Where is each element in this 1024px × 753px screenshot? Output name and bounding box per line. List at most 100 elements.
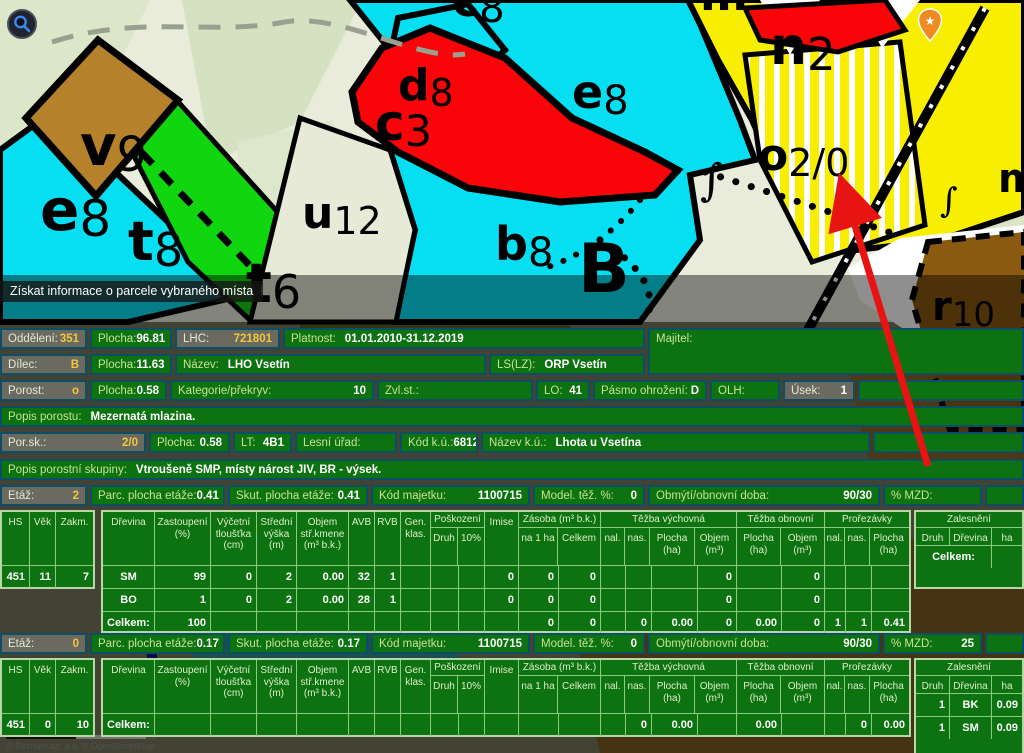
location-pin-icon[interactable]: ★ [916, 8, 944, 44]
column-header: Věk [30, 660, 56, 713]
table-cell: 0 [698, 589, 737, 611]
column-group: PoškozeníDruh10% [431, 660, 485, 713]
table-cell [601, 612, 626, 634]
table-cell [401, 589, 431, 611]
table-cell: 1 [916, 717, 950, 739]
table-cell: 0.00 [652, 714, 698, 736]
table-cell: 32 [349, 566, 375, 588]
column-header: Plocha (ha) [650, 528, 695, 565]
table-cell: 0 [519, 566, 559, 588]
table-block: ZalesněníDruhDřevinaha1BK0.091SM0.09 [914, 658, 1024, 753]
column-header: nal. [601, 676, 625, 713]
column-group: Zásoba (m³ b.k.)na 1 haCelkem [519, 660, 601, 713]
table-cell: 2 [257, 589, 297, 611]
column-header: Objem stř.kmene (m³ b.k.) [297, 512, 349, 565]
table-cell [626, 589, 652, 611]
column-header: Druh [916, 528, 950, 545]
column-header: Plocha (ha) [650, 676, 695, 713]
table-cell: 10 [56, 714, 93, 736]
column-header: Imise [485, 660, 519, 713]
column-header: ha [992, 676, 1022, 693]
table-cell: 0.00 [737, 612, 782, 634]
table-cell [431, 612, 459, 634]
etaz1-skut-cell: Skut. plocha etáže:0.41 [228, 485, 368, 506]
table-cell [992, 546, 1022, 568]
column-group-label: Těžba výchovná [601, 660, 736, 676]
table-cell [431, 566, 459, 588]
table-row: DruhDřevinaha [916, 528, 1022, 545]
column-group-label: Zalesnění [916, 512, 1022, 528]
plocha-porsk-cell: Plocha:0.58 [149, 432, 230, 453]
table-cell: 0 [211, 566, 257, 588]
column-group: PoškozeníDruh10% [431, 512, 485, 565]
search-button[interactable] [7, 9, 37, 39]
table-cell: 0 [698, 612, 737, 634]
column-header: Druh [916, 676, 950, 693]
table-cell [459, 566, 485, 588]
table-row: nal.nas.Plocha (ha)Objem (m³) [601, 676, 736, 713]
table-row: nal.nas.Plocha (ha)Objem (m³) [601, 528, 736, 565]
table-row: Druh10% [431, 676, 484, 713]
table-row: 1SM0.09 [916, 716, 1022, 739]
column-header: Celkem [558, 528, 600, 565]
oddeleni-cell: Oddělení:351 [0, 328, 87, 349]
column-header: Objem (m³) [695, 528, 734, 565]
map-symbol: ∫ [940, 181, 958, 221]
table-cell: 0 [846, 714, 872, 736]
table-cell: 0.09 [992, 694, 1022, 716]
popis-porostu-cell: Popis porostu:Mezernatá mlazina. [0, 406, 1024, 427]
table-cell: 0.00 [297, 589, 349, 611]
table-cell [401, 714, 431, 736]
table-cell [519, 714, 559, 736]
column-group-label: Poškození [431, 660, 484, 676]
column-header: Dřevina [103, 660, 155, 713]
column-group: Těžba výchovnánal.nas.Plocha (ha)Objem (… [601, 660, 737, 713]
kategorie-cell: Kategorie/překryv:10 [170, 380, 374, 401]
table-cell: 0.00 [737, 714, 782, 736]
usek-cell: Úsek:1 [783, 380, 855, 401]
table-cell: 0 [698, 566, 737, 588]
empty-cell [858, 380, 1024, 401]
table-cell: 0 [519, 589, 559, 611]
table-cell: 1 [846, 612, 872, 634]
table-cell [401, 612, 431, 634]
table-cell: 0.00 [652, 612, 698, 634]
column-header: Výčetní tloušťka (cm) [211, 660, 257, 713]
column-header: Střední výška (m) [257, 512, 297, 565]
info-tooltip: Získat informace o parcele vybraného mís… [0, 281, 263, 302]
column-header: nal. [601, 528, 625, 565]
column-header: na 1 ha [519, 528, 558, 565]
table-cell: 451 [2, 714, 30, 736]
table-cell [652, 589, 698, 611]
column-header: Gen. klas. [401, 660, 431, 713]
table-cell [485, 612, 519, 634]
table-header: DřevinaZastoupení (%)Výčetní tloušťka (c… [103, 512, 909, 565]
table-cell: 1 [155, 589, 211, 611]
plocha-dilec-cell: Plocha:11.63 [90, 354, 172, 375]
table-cell [375, 714, 401, 736]
column-header: Druh [431, 676, 458, 713]
column-group-label: Těžba výchovná [601, 512, 736, 528]
table-row: na 1 haCelkem [519, 528, 600, 565]
table-cell: 28 [349, 589, 375, 611]
column-header: nas. [625, 528, 650, 565]
table-cell [825, 566, 846, 588]
table-cell: 1 [916, 694, 950, 716]
column-header: Zastoupení (%) [155, 512, 211, 565]
dilec-cell: Dílec:B [0, 354, 87, 375]
column-group-label: Zásoba (m³ b.k.) [519, 512, 600, 528]
table-cell [155, 714, 211, 736]
table-cell: 11 [30, 566, 56, 588]
nazev-cell: Název:LHO Vsetín [175, 354, 486, 375]
column-header: Plocha (ha) [870, 528, 907, 565]
table-cell [297, 714, 349, 736]
table-cell [459, 589, 485, 611]
table-cell: 1 [825, 612, 846, 634]
table-cell [559, 714, 601, 736]
column-header: Celkem [558, 676, 600, 713]
column-header: Výčetní tloušťka (cm) [211, 512, 257, 565]
table-cell: 100 [155, 612, 211, 634]
table-cell [485, 714, 519, 736]
column-header: RVB [375, 512, 401, 565]
table-cell: 0 [782, 566, 825, 588]
